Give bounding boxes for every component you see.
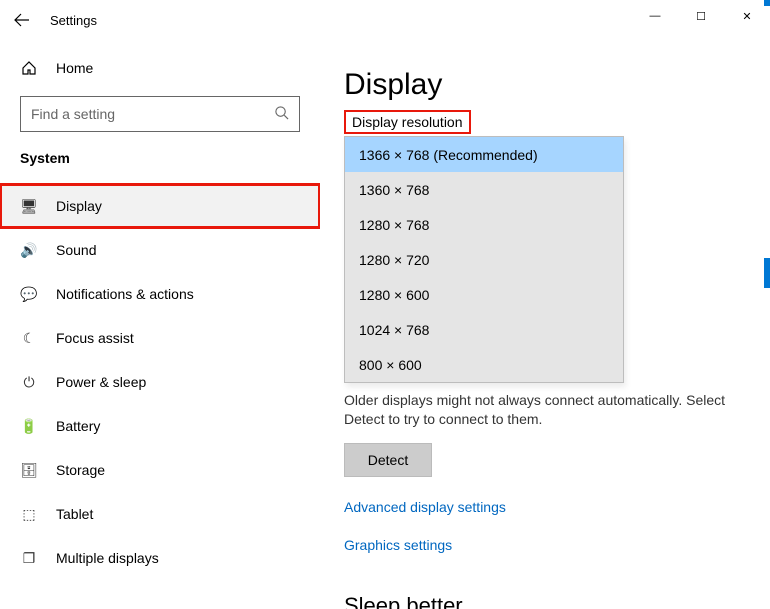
focus-assist-icon: ☾ (20, 330, 38, 347)
storage-icon: 🗄 (20, 462, 38, 479)
title-bar: Settings — ☐ ✕ (0, 0, 770, 40)
graphics-settings-link[interactable]: Graphics settings (344, 537, 756, 553)
detect-button[interactable]: Detect (344, 443, 432, 477)
resolution-option[interactable]: 800 × 600 (345, 347, 623, 382)
resolution-label: Display resolution (352, 114, 463, 130)
minimize-button[interactable]: — (632, 0, 678, 32)
resolution-option[interactable]: 1280 × 600 (345, 277, 623, 312)
search-icon (274, 105, 289, 123)
section-label: System (0, 150, 320, 166)
sidebar-item-label: Power & sleep (56, 374, 146, 390)
window-title: Settings (50, 13, 97, 28)
sidebar-item-multiple-displays[interactable]: ❐ Multiple displays (0, 536, 320, 580)
search-placeholder: Find a setting (31, 106, 115, 122)
sidebar-item-label: Notifications & actions (56, 286, 194, 302)
sidebar-item-tablet[interactable]: ⬚ Tablet (0, 492, 320, 536)
window-controls: — ☐ ✕ (632, 0, 770, 32)
home-nav[interactable]: Home (0, 46, 320, 90)
back-button[interactable] (0, 0, 44, 40)
sidebar-item-label: Focus assist (56, 330, 134, 346)
resolution-option[interactable]: 1024 × 768 (345, 312, 623, 347)
advanced-display-link[interactable]: Advanced display settings (344, 499, 756, 515)
sidebar-item-sound[interactable]: 🔊 Sound (0, 228, 320, 272)
back-arrow-icon (14, 12, 30, 28)
sidebar-item-focus-assist[interactable]: ☾ Focus assist (0, 316, 320, 360)
display-icon: 🖥 (20, 198, 38, 215)
sidebar-item-label: Battery (56, 418, 100, 434)
home-icon (20, 60, 38, 76)
resolution-option[interactable]: 1280 × 768 (345, 207, 623, 242)
resolution-option[interactable]: 1360 × 768 (345, 172, 623, 207)
multiple-displays-icon: ❐ (20, 550, 38, 567)
notifications-actions-icon: 💬 (20, 286, 38, 303)
page-title: Display (344, 68, 756, 102)
older-displays-text: Older displays might not always connect … (344, 391, 756, 429)
sound-icon: 🔊 (20, 242, 38, 259)
resolution-option[interactable]: 1280 × 720 (345, 242, 623, 277)
sidebar-item-battery[interactable]: 🔋 Battery (0, 404, 320, 448)
resolution-dropdown[interactable]: 1366 × 768 (Recommended)1360 × 7681280 ×… (344, 136, 624, 383)
close-button[interactable]: ✕ (724, 0, 770, 32)
sidebar-item-label: Tablet (56, 506, 93, 522)
maximize-button[interactable]: ☐ (678, 0, 724, 32)
sidebar-item-notifications-actions[interactable]: 💬 Notifications & actions (0, 272, 320, 316)
resolution-option[interactable]: 1366 × 768 (Recommended) (345, 137, 623, 172)
home-label: Home (56, 60, 93, 76)
sidebar-item-label: Storage (56, 462, 105, 478)
sleep-better-heading: Sleep better (344, 593, 756, 609)
content-pane: Display Display resolution 1366 × 768 (R… (320, 40, 770, 609)
power-sleep-icon: ⏻ (20, 374, 38, 391)
sidebar-item-power-sleep[interactable]: ⏻ Power & sleep (0, 360, 320, 404)
battery-icon: 🔋 (20, 418, 38, 435)
sidebar: Home Find a setting System 🖥 Display 🔊 Soun… (0, 40, 320, 609)
sidebar-item-label: Display (56, 198, 102, 214)
resolution-label-highlight: Display resolution (344, 110, 471, 134)
tablet-icon: ⬚ (20, 506, 38, 523)
sidebar-item-label: Multiple displays (56, 550, 159, 566)
sidebar-item-display[interactable]: 🖥 Display (0, 184, 320, 228)
search-input[interactable]: Find a setting (20, 96, 300, 132)
sidebar-item-label: Sound (56, 242, 96, 258)
sidebar-item-storage[interactable]: 🗄 Storage (0, 448, 320, 492)
